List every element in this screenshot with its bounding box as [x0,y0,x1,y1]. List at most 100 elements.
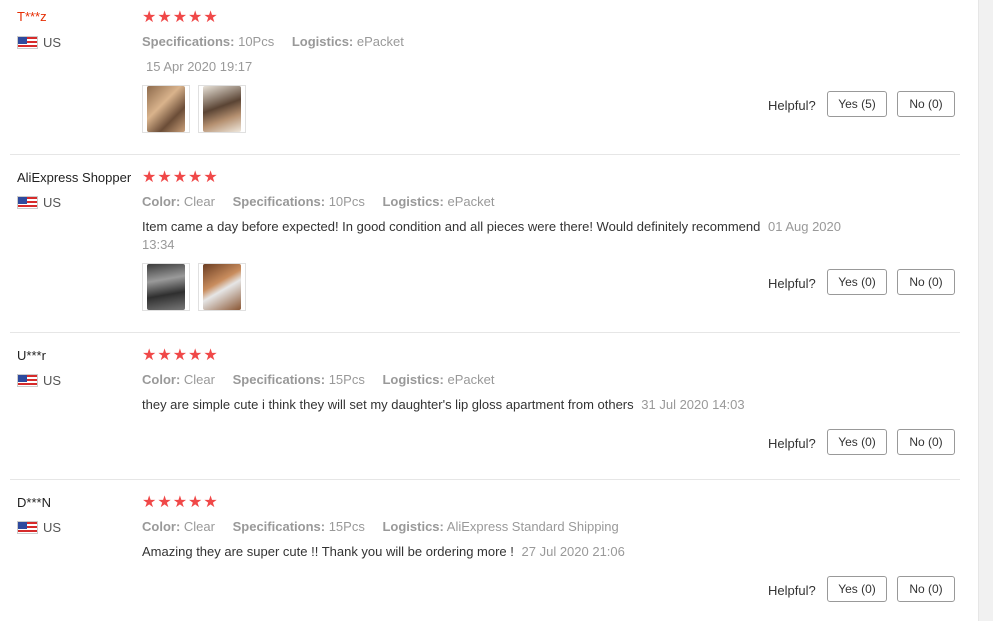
review-specs: Specifications: 10Pcs Logistics: ePacket [142,34,418,49]
review-feedback: Amazing they are super cute !! Thank you… [142,544,514,559]
review-feedback: Item came a day before expected! In good… [142,219,761,234]
spec-key: Logistics: [382,194,444,209]
star-icon: ★ [172,347,188,364]
star-rating: ★★★★★ [142,348,219,364]
spec-key: Specifications: [142,34,235,49]
review-photo-thumbnail[interactable] [142,85,190,133]
star-icon: ★ [172,9,188,26]
star-icon: ★ [188,9,203,26]
star-icon: ★ [142,494,157,511]
spec-value: ePacket [447,372,495,387]
star-icon: ★ [142,169,157,186]
review-photos [142,85,246,133]
review-photo-thumbnail[interactable] [142,263,190,311]
helpful-yes-button[interactable]: Yes (0) [827,429,887,455]
spec-value: Clear [183,194,215,209]
star-icon: ★ [157,9,172,26]
review-date: 31 Jul 2020 14:03 [641,397,745,412]
review-feedback: they are simple cute i think they will s… [142,397,634,412]
country-label: US [43,35,62,50]
spec-key: Color: [142,372,181,387]
photo-image [203,264,241,310]
country-label: US [43,195,62,210]
helpful-label: Helpful? [768,98,816,113]
star-rating: ★★★★★ [142,495,219,511]
us-flag-icon [17,196,38,209]
review-date: 15 Apr 2020 19:17 [146,59,253,74]
spec-value: Clear [183,519,215,534]
star-icon: ★ [203,494,218,511]
spec-key: Logistics: [291,34,354,49]
star-icon: ★ [203,9,218,26]
spec-value: 10Pcs [328,194,365,209]
page-scrollbar[interactable] [978,0,993,621]
spec-value: 15Pcs [328,372,365,387]
reviewer-name: U***r [17,348,46,363]
country-label: US [43,520,62,535]
star-icon: ★ [157,347,172,364]
star-icon: ★ [157,169,172,186]
helpful-yes-button[interactable]: Yes (0) [827,269,887,295]
spec-key: Logistics: [382,519,444,534]
spec-key: Color: [142,194,181,209]
star-rating: ★★★★★ [142,170,219,186]
helpful-label: Helpful? [768,436,816,451]
review-divider [10,479,960,480]
star-icon: ★ [142,9,157,26]
star-icon: ★ [203,169,218,186]
review-text: they are simple cute i think they will s… [142,396,862,414]
helpful-label: Helpful? [768,583,816,598]
helpful-no-button[interactable]: No (0) [897,576,955,602]
star-icon: ★ [142,347,157,364]
helpful-label: Helpful? [768,276,816,291]
spec-value: Clear [183,372,215,387]
review-text: Item came a day before expected! In good… [142,218,862,254]
star-icon: ★ [203,347,218,364]
reviewer-country: US [17,195,61,210]
star-icon: ★ [188,494,203,511]
reviewer-name: D***N [17,495,51,510]
helpful-yes-button[interactable]: Yes (0) [827,576,887,602]
star-icon: ★ [157,494,172,511]
country-label: US [43,373,62,388]
star-icon: ★ [172,494,188,511]
helpful-no-button[interactable]: No (0) [897,269,955,295]
helpful-yes-button[interactable]: Yes (5) [827,91,887,117]
reviewer-country: US [17,35,61,50]
photo-image [147,86,185,132]
spec-key: Specifications: [232,194,326,209]
spec-key: Logistics: [382,372,444,387]
us-flag-icon [17,36,38,49]
review-date: 27 Jul 2020 21:06 [521,544,625,559]
review-specs: Color: Clear Specifications: 15Pcs Logis… [142,372,508,387]
review-photo-thumbnail[interactable] [198,85,246,133]
review-divider [10,332,960,333]
spec-value: ePacket [356,34,404,49]
star-rating: ★★★★★ [142,10,219,26]
review-specs: Color: Clear Specifications: 10Pcs Logis… [142,194,508,209]
spec-key: Color: [142,519,181,534]
reviewer-name: AliExpress Shopper [17,170,132,185]
star-icon: ★ [188,169,203,186]
helpful-no-button[interactable]: No (0) [897,91,955,117]
us-flag-icon [17,521,38,534]
us-flag-icon [17,374,38,387]
star-icon: ★ [172,169,188,186]
spec-key: Specifications: [232,519,326,534]
helpful-no-button[interactable]: No (0) [897,429,955,455]
star-icon: ★ [188,347,203,364]
spec-value: ePacket [447,194,495,209]
reviewer-country: US [17,373,61,388]
spec-value: AliExpress Standard Shipping [446,519,619,534]
review-divider [10,154,960,155]
review-photo-thumbnail[interactable] [198,263,246,311]
spec-key: Specifications: [232,372,326,387]
spec-value: 10Pcs [238,34,275,49]
review-specs: Color: Clear Specifications: 15Pcs Logis… [142,519,633,534]
review-photos [142,263,246,311]
reviewer-country: US [17,520,61,535]
photo-image [147,264,185,310]
spec-value: 15Pcs [328,519,365,534]
reviewer-name: T***z [17,9,47,24]
review-text: Amazing they are super cute !! Thank you… [142,543,862,561]
